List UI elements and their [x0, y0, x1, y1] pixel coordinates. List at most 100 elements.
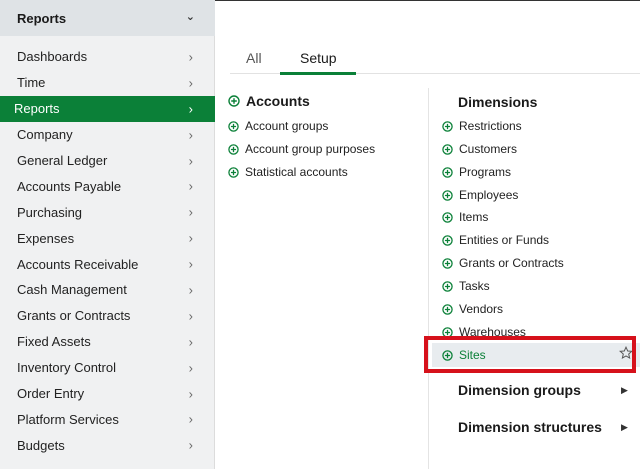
sidebar-item-label: Expenses	[17, 230, 75, 246]
sidebar-item-platform-services[interactable]: Platform Services ›	[0, 406, 215, 432]
plus-circle-icon	[228, 95, 240, 107]
link-customers[interactable]: Customers	[442, 140, 517, 158]
link-label: Customers	[459, 142, 518, 156]
sidebar-header-reports[interactable]: Reports ⌄	[0, 0, 215, 36]
sidebar-item-budgets[interactable]: Budgets ›	[0, 432, 215, 458]
dimension-structures-menu[interactable]: Dimension structures	[458, 419, 602, 435]
link-label: Account group purposes	[245, 142, 376, 156]
link-account-group-purposes[interactable]: Account group purposes	[228, 140, 375, 158]
link-entities-or-funds[interactable]: Entities or Funds	[442, 231, 549, 249]
link-items[interactable]: Items	[442, 208, 488, 226]
column-divider	[428, 88, 429, 469]
sidebar-item-label: Company	[17, 127, 73, 143]
accounts-heading: Accounts	[228, 92, 310, 110]
chevron-right-icon: ›	[188, 75, 193, 91]
chevron-right-icon: ›	[188, 411, 193, 427]
caret-right-icon: ▶	[621, 422, 628, 432]
chevron-right-icon: ›	[188, 282, 193, 298]
link-label: Employees	[459, 188, 519, 202]
link-grants-or-contracts[interactable]: Grants or Contracts	[442, 254, 564, 272]
tab-bar: All Setup	[230, 44, 640, 75]
sidebar-item-time[interactable]: Time ›	[0, 70, 215, 96]
plus-circle-icon	[442, 120, 453, 132]
chevron-down-icon: ⌄	[185, 11, 195, 23]
plus-circle-icon	[442, 257, 453, 269]
link-label: Account groups	[245, 119, 329, 133]
chevron-right-icon: ›	[188, 49, 193, 65]
dimension-groups-menu[interactable]: Dimension groups	[458, 382, 581, 398]
sidebar-item-purchasing[interactable]: Purchasing ›	[0, 199, 215, 225]
chevron-right-icon: ›	[188, 308, 193, 324]
dimensions-heading: Dimensions	[458, 94, 538, 110]
sidebar-item-company[interactable]: Company ›	[0, 122, 215, 148]
sidebar-item-label: Grants or Contracts	[17, 308, 131, 324]
plus-circle-icon	[442, 189, 453, 201]
chevron-right-icon: ›	[188, 386, 193, 402]
accounts-heading-label: Accounts	[246, 93, 310, 109]
chevron-right-icon: ›	[188, 360, 193, 376]
sidebar-item-label: Inventory Control	[17, 360, 116, 376]
sidebar-item-inventory-control[interactable]: Inventory Control ›	[0, 355, 215, 381]
chevron-right-icon: ›	[188, 178, 193, 194]
sidebar-item-accounts-payable[interactable]: Accounts Payable ›	[0, 173, 215, 199]
dimension-groups-label: Dimension groups	[458, 382, 581, 398]
link-label: Statistical accounts	[245, 165, 348, 179]
link-programs[interactable]: Programs	[442, 163, 511, 181]
sidebar-item-label: Purchasing	[17, 204, 83, 220]
sidebar-header-label: Reports	[17, 10, 67, 26]
link-label: Entities or Funds	[459, 233, 550, 247]
sidebar-item-label: Time	[17, 75, 46, 91]
link-label: Vendors	[459, 302, 504, 316]
chevron-right-icon: ›	[188, 256, 193, 272]
sidebar-item-label: Platform Services	[17, 411, 119, 427]
chevron-right-icon: ›	[188, 101, 193, 117]
link-statistical-accounts[interactable]: Statistical accounts	[228, 163, 348, 181]
sidebar-item-label: Fixed Assets	[17, 334, 91, 350]
tab-all[interactable]: All	[246, 50, 262, 66]
plus-circle-icon	[442, 280, 453, 292]
active-tab-indicator	[280, 72, 356, 75]
sidebar-item-label: General Ledger	[17, 153, 108, 168]
link-label: Grants or Contracts	[459, 256, 564, 270]
sidebar-item-label: Budgets	[17, 437, 65, 453]
plus-circle-icon	[442, 211, 453, 223]
plus-circle-icon	[228, 166, 239, 178]
caret-right-icon: ▶	[621, 385, 628, 395]
plus-circle-icon	[442, 166, 453, 178]
sidebar-item-label: Reports	[14, 101, 60, 117]
plus-circle-icon	[442, 303, 453, 315]
sidebar-item-label: Dashboards	[17, 49, 88, 65]
plus-circle-icon	[228, 120, 239, 132]
link-vendors[interactable]: Vendors	[442, 300, 503, 318]
sidebar-item-expenses[interactable]: Expenses ›	[0, 225, 215, 251]
sidebar-item-order-entry[interactable]: Order Entry ›	[0, 381, 215, 407]
sidebar-menu: Dashboards › Time › Reports › Company › Gene…	[0, 44, 215, 458]
link-account-groups[interactable]: Account groups	[228, 117, 328, 135]
chevron-right-icon: ›	[188, 334, 193, 350]
link-tasks[interactable]: Tasks	[442, 277, 490, 295]
sidebar-item-fixed-assets[interactable]: Fixed Assets ›	[0, 329, 215, 355]
plus-circle-icon	[442, 143, 453, 155]
tab-setup[interactable]: Setup	[300, 50, 337, 66]
chevron-right-icon: ›	[188, 230, 193, 246]
link-restrictions[interactable]: Restrictions	[442, 117, 522, 135]
sidebar-item-reports[interactable]: Reports ›	[0, 95, 215, 122]
sidebar-item-cash-management[interactable]: Cash Management ›	[0, 277, 215, 303]
chevron-right-icon: ›	[188, 437, 193, 453]
sidebar-item-label: Cash Management	[17, 282, 127, 298]
sidebar-item-general-ledger[interactable]: General Ledger ›	[0, 148, 215, 174]
sidebar-item-grants-or-contracts[interactable]: Grants or Contracts ›	[0, 303, 215, 329]
plus-circle-icon	[228, 143, 239, 155]
sidebar-item-dashboards[interactable]: Dashboards ›	[0, 44, 215, 70]
link-employees[interactable]: Employees	[442, 186, 518, 204]
plus-circle-icon	[442, 234, 453, 246]
highlight-annotation-box	[424, 336, 636, 373]
chevron-right-icon: ›	[188, 204, 193, 220]
chevron-right-icon: ›	[188, 153, 193, 168]
sidebar-item-accounts-receivable[interactable]: Accounts Receivable ›	[0, 251, 215, 277]
sidebar-item-label: Accounts Payable	[17, 178, 122, 194]
sidebar-item-label: Order Entry	[17, 386, 85, 402]
link-label: Items	[459, 210, 489, 224]
top-bar	[215, 0, 640, 36]
sidebar-item-label: Accounts Receivable	[17, 256, 139, 272]
